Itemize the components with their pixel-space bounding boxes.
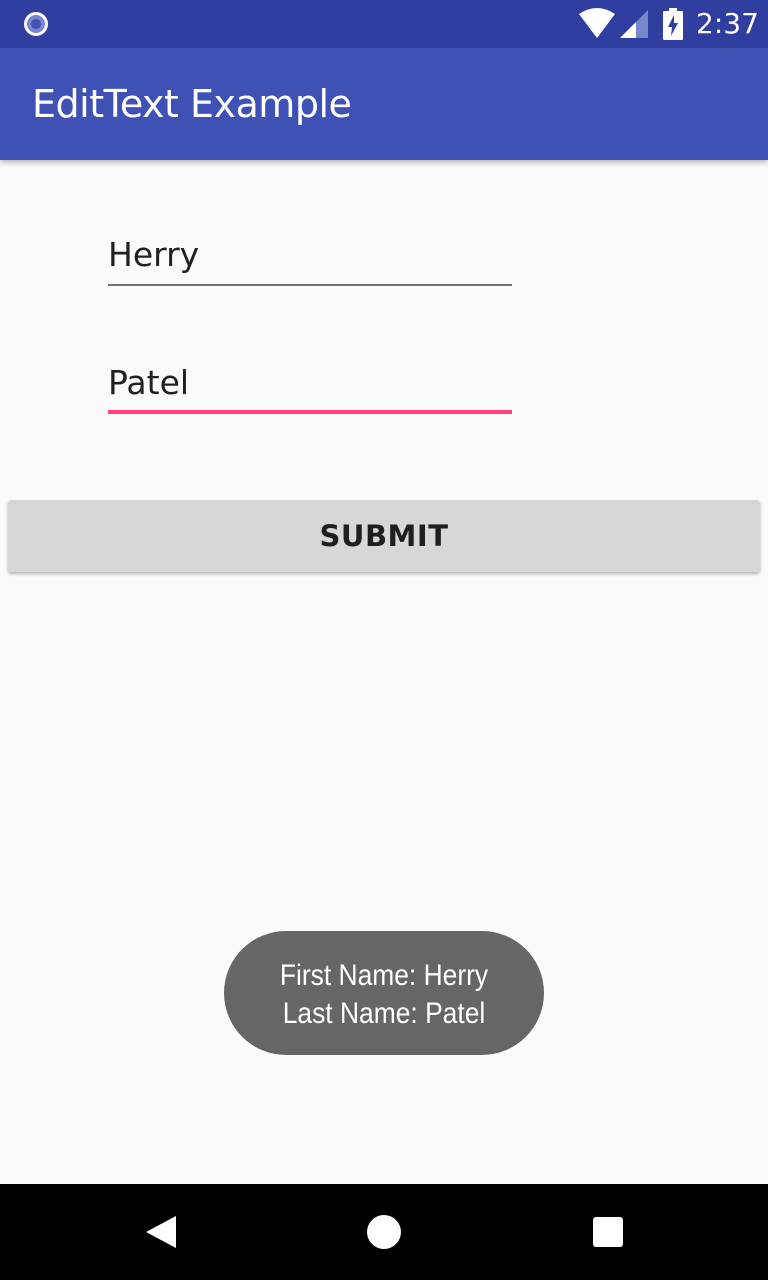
back-icon[interactable] <box>144 1214 178 1250</box>
cell-signal-icon <box>620 10 648 38</box>
first-name-input[interactable] <box>108 226 512 282</box>
toast-first-name: First Name: Herry <box>279 959 489 992</box>
home-icon[interactable] <box>366 1214 402 1250</box>
submit-button[interactable]: SUBMIT <box>8 500 760 572</box>
recents-icon[interactable] <box>592 1216 624 1248</box>
status-clock: 2:37 <box>696 7 759 40</box>
last-name-field[interactable] <box>108 354 512 414</box>
status-bar: 2:37 <box>0 0 768 48</box>
toast-last-name: Last Name: Patel <box>282 997 486 1030</box>
last-name-input[interactable] <box>108 354 512 410</box>
notification-circle-icon <box>24 12 48 36</box>
last-name-underline <box>108 410 512 414</box>
app-title: EditText Example <box>32 82 352 126</box>
app-bar: EditText Example <box>0 48 768 160</box>
first-name-underline <box>108 284 512 286</box>
battery-charging-icon <box>663 8 683 40</box>
first-name-field[interactable] <box>108 226 512 286</box>
wifi-icon <box>579 8 615 38</box>
toast-message: First Name: Herry Last Name: Patel <box>224 931 544 1055</box>
